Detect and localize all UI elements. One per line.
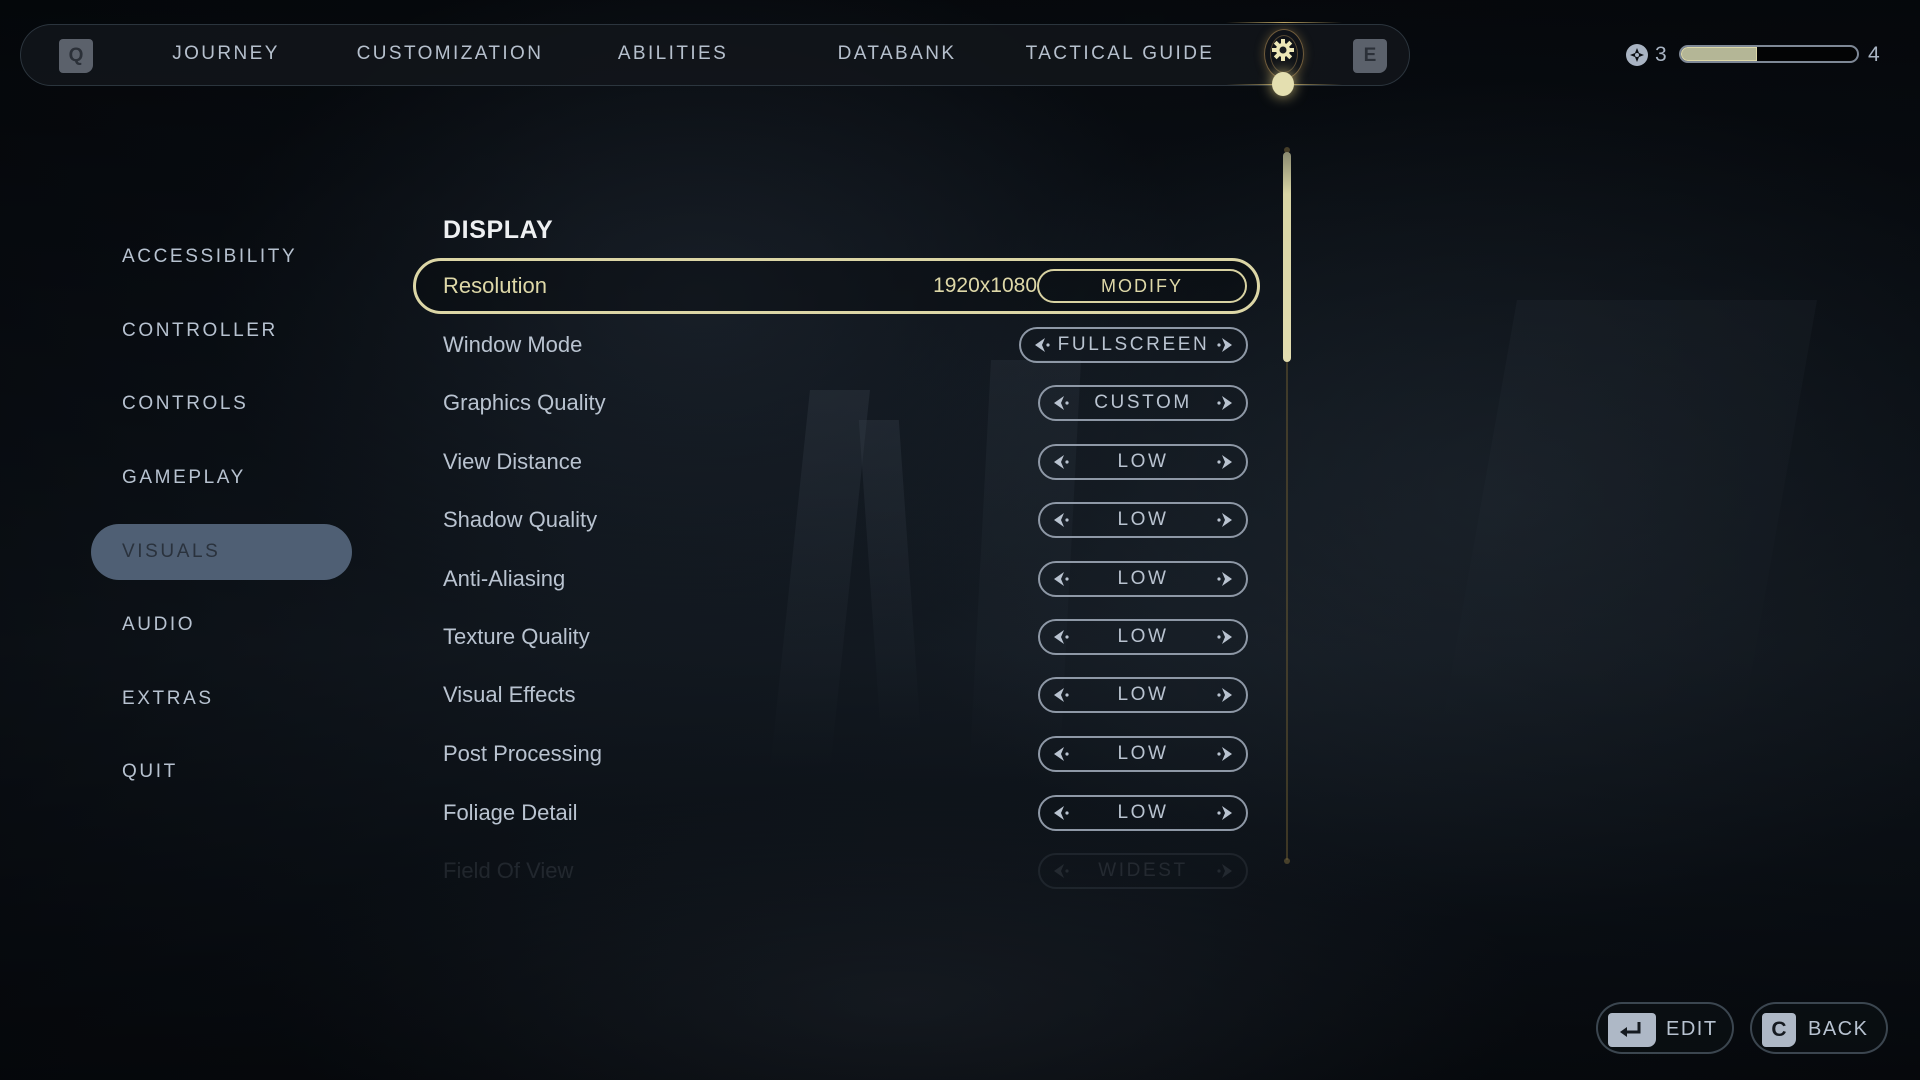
arrow-right-icon[interactable] [1214,453,1234,471]
sidebar-item-audio[interactable]: AUDIO [122,614,195,636]
sidebar-item-controls[interactable]: CONTROLS [122,393,248,415]
setting-label: Resolution [443,273,547,298]
setting-value: LOW [1117,626,1169,647]
setting-label: Post Processing [443,741,602,766]
setting-row-anti-aliasing[interactable]: Anti-Aliasing LOW [413,551,1260,607]
sidebar-item-visuals[interactable]: VISUALS [122,541,220,563]
arrow-right-icon[interactable] [1214,628,1234,646]
setting-value: LOW [1117,451,1169,472]
setting-label: Window Mode [443,332,583,357]
xp-progress-fill [1681,47,1757,61]
resolution-value: 1920x1080 [933,274,1037,297]
setting-value: WIDEST [1098,860,1188,881]
value-selector[interactable]: CUSTOM [1038,385,1248,421]
setting-label: Anti-Aliasing [443,566,566,591]
c-key-icon: C [1762,1013,1796,1047]
setting-row-window-mode[interactable]: Window Mode FULLSCREEN [413,317,1260,373]
tab-customization[interactable]: CUSTOMIZATION [357,43,544,65]
setting-row-field-of-view[interactable]: Field Of View WIDEST [413,843,1260,899]
setting-label: Texture Quality [443,624,590,649]
tab-settings[interactable] [1226,22,1342,96]
arrow-left-icon[interactable] [1052,570,1072,588]
value-selector[interactable]: LOW [1038,677,1248,713]
value-selector[interactable]: LOW [1038,619,1248,655]
setting-label: View Distance [443,449,582,474]
back-button[interactable]: C BACK [1750,1002,1888,1054]
value-selector[interactable]: LOW [1038,795,1248,831]
sidebar-item-quit[interactable]: QUIT [122,761,178,783]
tab-glow-top [1226,22,1342,23]
tab-tactical-guide[interactable]: TACTICAL GUIDE [1026,43,1215,65]
value-selector[interactable]: LOW [1038,561,1248,597]
e-key-button[interactable]: E [1353,39,1387,73]
arrow-right-icon[interactable] [1214,394,1234,412]
modify-button[interactable]: MODIFY [1037,269,1247,303]
value-selector[interactable]: LOW [1038,444,1248,480]
setting-row-resolution[interactable]: Resolution 1920x1080 MODIFY [413,258,1260,314]
tab-databank[interactable]: DATABANK [838,43,957,65]
arrow-left-icon[interactable] [1052,686,1072,704]
edit-label: EDIT [1666,1018,1718,1040]
arrow-right-icon[interactable] [1214,745,1234,763]
xp-progress-bar [1679,45,1859,63]
value-selector[interactable]: LOW [1038,736,1248,772]
back-label: BACK [1808,1018,1869,1040]
setting-value: LOW [1117,743,1169,764]
enter-key-icon [1608,1013,1656,1047]
arrow-left-icon[interactable] [1033,336,1053,354]
arrow-left-icon[interactable] [1052,628,1072,646]
setting-value: LOW [1117,802,1169,823]
sidebar-item-accessibility[interactable]: ACCESSIBILITY [122,246,297,268]
arrow-left-icon[interactable] [1052,862,1072,880]
next-level: 4 [1868,43,1880,66]
arrow-right-icon[interactable] [1214,336,1234,354]
arrow-left-icon[interactable] [1052,453,1072,471]
setting-row-shadow-quality[interactable]: Shadow Quality LOW [413,492,1260,548]
arrow-left-icon[interactable] [1052,745,1072,763]
setting-row-graphics-quality[interactable]: Graphics Quality CUSTOM [413,375,1260,431]
arrow-right-icon[interactable] [1214,862,1234,880]
setting-value: CUSTOM [1094,392,1192,413]
scrollbar-bottom-cap [1284,858,1290,864]
tab-journey[interactable]: JOURNEY [172,43,280,65]
background-cliff [1442,300,1818,720]
setting-label: Foliage Detail [443,800,578,825]
setting-label: Visual Effects [443,682,576,707]
top-nav-bar: Q JOURNEY CUSTOMIZATION ABILITIES DATABA… [20,22,1410,96]
arrow-right-icon[interactable] [1214,686,1234,704]
setting-row-visual-effects[interactable]: Visual Effects LOW [413,667,1260,723]
active-tab-indicator [1272,72,1294,96]
q-key-button[interactable]: Q [59,39,93,73]
arrow-left-icon[interactable] [1052,804,1072,822]
arrow-right-icon[interactable] [1214,570,1234,588]
sidebar-item-controller[interactable]: CONTROLLER [122,320,278,342]
arrow-right-icon[interactable] [1214,804,1234,822]
setting-label: Field Of View [443,858,574,883]
current-level: 3 [1655,43,1667,66]
arrow-left-icon[interactable] [1052,511,1072,529]
section-title: DISPLAY [443,216,554,244]
gear-icon [1272,39,1294,61]
sidebar-item-extras[interactable]: EXTRAS [122,688,214,710]
setting-value: LOW [1117,684,1169,705]
setting-value: LOW [1117,568,1169,589]
setting-label: Shadow Quality [443,507,598,532]
scrollbar-thumb[interactable] [1283,152,1291,362]
setting-row-texture-quality[interactable]: Texture Quality LOW [413,609,1260,665]
setting-value: LOW [1117,509,1169,530]
sidebar-item-gameplay[interactable]: GAMEPLAY [122,467,246,489]
edit-button[interactable]: EDIT [1596,1002,1734,1054]
value-selector[interactable]: LOW [1038,502,1248,538]
setting-row-foliage-detail[interactable]: Foliage Detail LOW [413,785,1260,841]
setting-value: FULLSCREEN [1057,334,1210,355]
value-selector[interactable]: WIDEST [1038,853,1248,889]
skill-point-icon [1626,44,1648,66]
arrow-right-icon[interactable] [1214,511,1234,529]
setting-row-view-distance[interactable]: View Distance LOW [413,434,1260,490]
value-selector[interactable]: FULLSCREEN [1019,327,1248,363]
arrow-left-icon[interactable] [1052,394,1072,412]
setting-label: Graphics Quality [443,390,606,415]
setting-row-post-processing[interactable]: Post Processing LOW [413,726,1260,782]
tab-abilities[interactable]: ABILITIES [618,43,728,65]
